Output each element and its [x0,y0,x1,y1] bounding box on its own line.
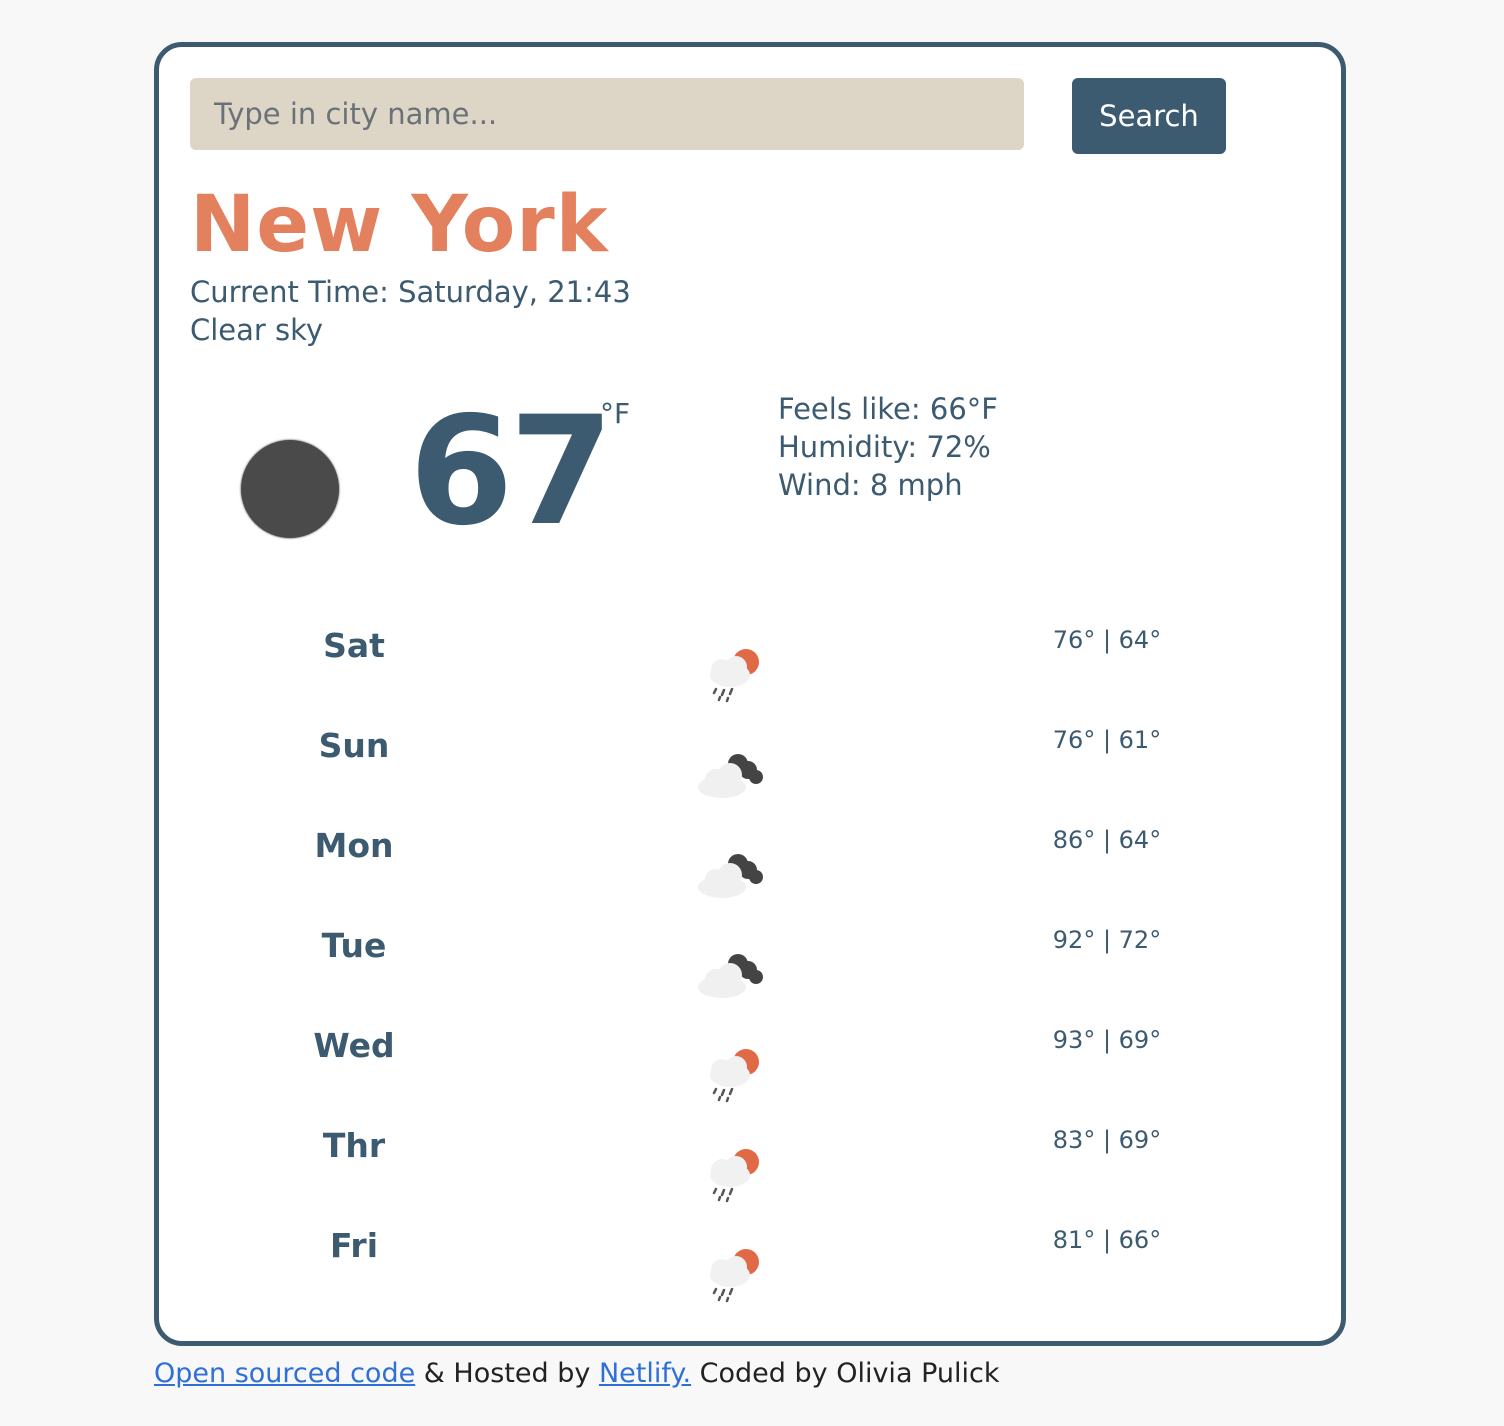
moon-icon [241,440,339,538]
feels-like: Feels like: 66°F [778,392,998,426]
credit-text: Coded by Olivia Pulick [691,1358,1000,1389]
current-temperature: 67 [409,385,614,559]
forecast-day: Thr [322,1126,386,1165]
city-name: New York [190,180,609,270]
forecast-temps: 92° | 72° [1052,926,1162,954]
forecast-row: Sun 76° | 61° [159,712,1341,812]
cloudy-night-icon [698,854,763,898]
netlify-link[interactable]: Netlify. [599,1358,691,1389]
hosted-by-text: & Hosted by [415,1358,599,1389]
forecast-row: Thr 83° | 69° [159,1112,1341,1212]
weather-details: Feels like: 66°F Humidity: 72% Wind: 8 m… [778,390,998,504]
forecast-row: Tue 92° | 72° [159,912,1341,1012]
rain-sun-icon [710,1249,759,1303]
forecast-day: Sat [323,626,385,665]
weather-description: Clear sky [190,313,324,347]
weather-card: Search New York Current Time: Saturday, … [154,42,1346,1346]
forecast-row: Mon 86° | 64° [159,812,1341,912]
forecast-temps: 81° | 66° [1052,1226,1162,1254]
rain-sun-icon [710,649,759,703]
rain-sun-icon [710,1149,759,1203]
search-button[interactable]: Search [1072,78,1226,154]
cloudy-night-icon [698,954,763,998]
open-source-link[interactable]: Open sourced code [154,1358,415,1389]
forecast-temps: 86° | 64° [1052,826,1162,854]
forecast-day: Mon [314,826,394,865]
forecast-row: Wed 93° | 69° [159,1012,1341,1112]
forecast-temps: 93° | 69° [1052,1026,1162,1054]
forecast-day: Fri [329,1226,379,1265]
forecast-temps: 76° | 64° [1052,626,1162,654]
forecast-row: Sat 76° | 64° [159,612,1341,712]
footer: Open sourced code & Hosted by Netlify. C… [154,1358,999,1389]
forecast-day: Sun [318,726,390,765]
city-search-input[interactable] [190,78,1024,150]
forecast-temps: 76° | 61° [1052,726,1162,754]
forecast-temps: 83° | 69° [1052,1126,1162,1154]
wind-speed: Wind: 8 mph [778,468,963,502]
cloudy-night-icon [698,754,763,798]
forecast-day: Tue [321,926,387,965]
temperature-unit: °F [600,397,631,430]
current-time: Current Time: Saturday, 21:43 [190,275,631,309]
humidity: Humidity: 72% [778,430,991,464]
forecast-day: Wed [313,1026,395,1065]
rain-sun-icon [710,1049,759,1103]
forecast-row: Fri 81° | 66° [159,1212,1341,1312]
